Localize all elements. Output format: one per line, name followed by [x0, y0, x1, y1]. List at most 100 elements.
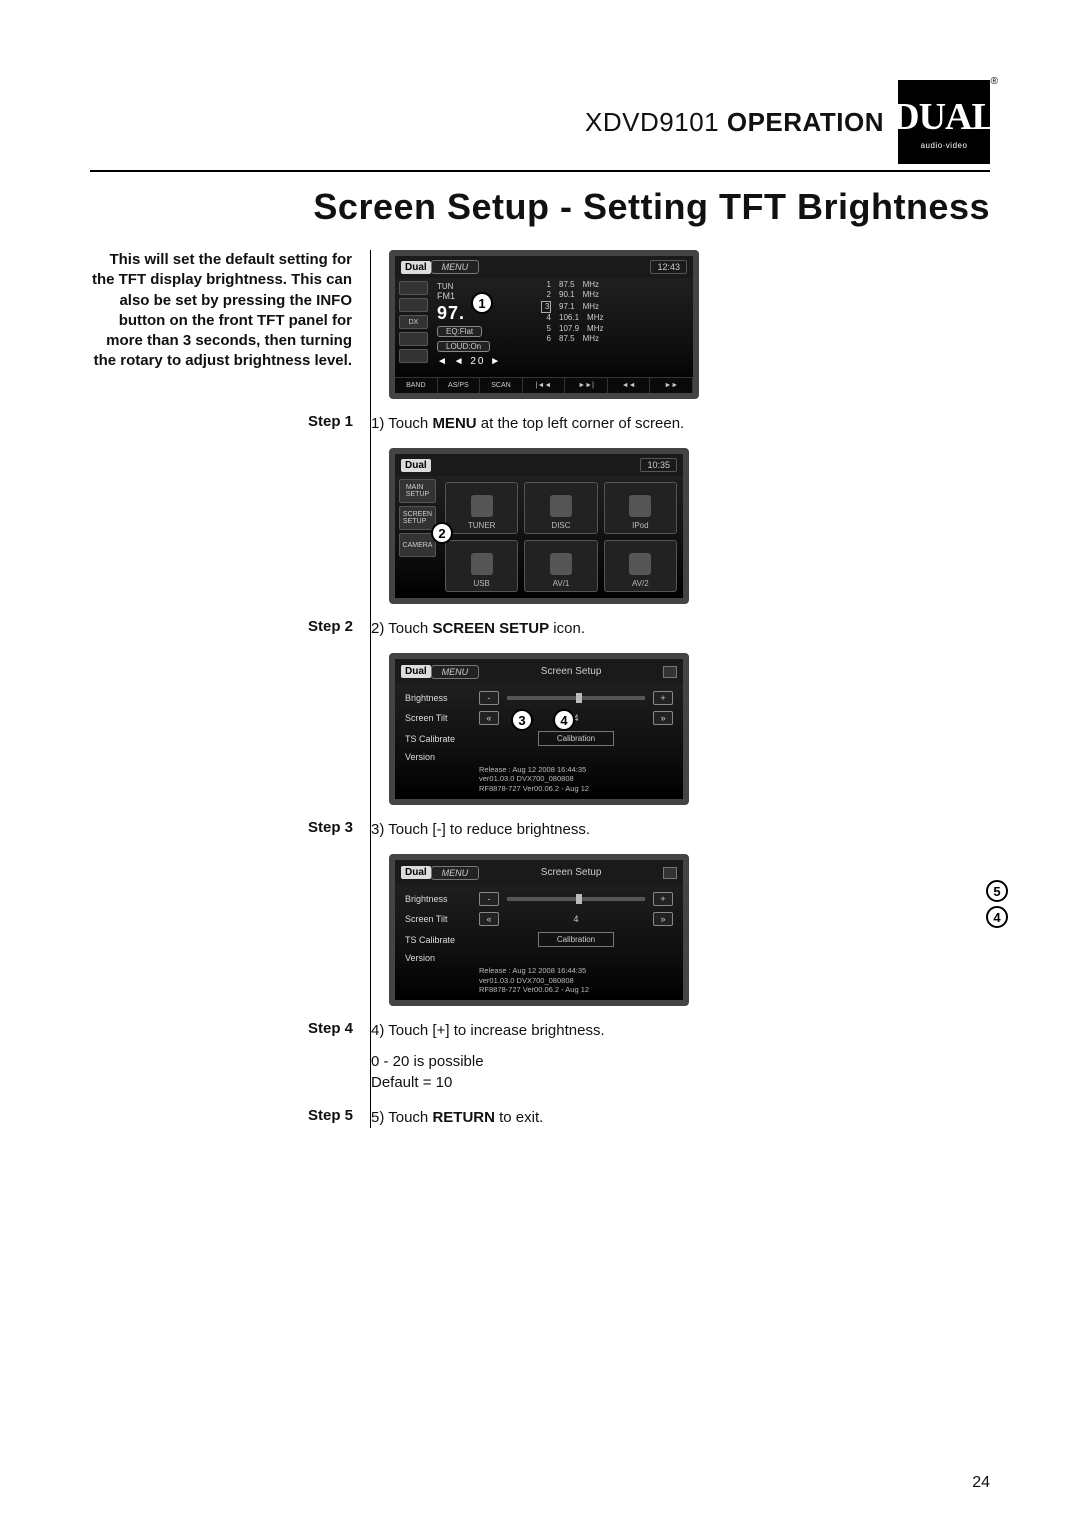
scan-button[interactable]: SCAN: [480, 378, 523, 393]
menu-button[interactable]: MENU: [431, 665, 480, 679]
left-sidebar: DX: [395, 278, 431, 377]
brightness-label: Brightness: [405, 894, 471, 904]
calibration-button[interactable]: Calibration: [538, 932, 614, 947]
setup-title: Screen Setup: [541, 663, 602, 680]
clock: 10:35: [640, 458, 677, 472]
version-line: RF8878-727 Ver00.06.2 - Aug 12: [405, 784, 673, 793]
step-3-text: 3) Touch [-] to reduce brightness.: [371, 819, 590, 840]
side-btn[interactable]: [399, 332, 428, 346]
logo-main: DUAL: [892, 95, 996, 139]
eq-pill[interactable]: EQ:Flat: [437, 326, 482, 337]
minus-button[interactable]: -: [479, 892, 499, 906]
camera-button[interactable]: CAMERA: [399, 533, 436, 557]
step-1-label: Step 1: [109, 413, 371, 430]
screen-logo: Dual: [401, 261, 431, 274]
step-3-label: Step 3: [109, 819, 371, 836]
step-2-text: 2) Touch SCREEN SETUP icon.: [371, 618, 585, 639]
product-model: XDVD9101: [585, 107, 719, 137]
tilt-left-button[interactable]: «: [479, 711, 499, 725]
header-word: OPERATION: [727, 107, 884, 137]
step-2-label: Step 2: [109, 618, 371, 635]
side-btn[interactable]: [399, 281, 428, 295]
page-number: 24: [972, 1474, 990, 1492]
brightness-label: Brightness: [405, 693, 471, 703]
content: This will set the default setting for th…: [90, 250, 990, 1128]
rewind-button[interactable]: ◄◄: [608, 378, 651, 393]
callout-1: 1: [471, 292, 493, 314]
version-line: ver01.03.0 DVX700_080808: [405, 976, 673, 985]
radio-screen: Dual MENU 12:43 DX TUN: [389, 250, 699, 399]
step-3: Step 3 3) Touch [-] to reduce brightness…: [389, 819, 990, 840]
return-icon[interactable]: [663, 666, 677, 678]
screen-logo: Dual: [401, 665, 431, 678]
usb-icon: [471, 553, 493, 575]
step-5-text: 5) Touch RETURN to exit.: [371, 1107, 543, 1128]
version-line: Release : Aug 12 2008 16:44:35: [405, 966, 673, 975]
step-4-label: Step 4: [109, 1020, 371, 1037]
source-grid: TUNER DISC IPod USB AV/1 AV/2: [439, 476, 683, 598]
screen-logo: Dual: [401, 459, 431, 472]
av2-tile[interactable]: AV/2: [604, 540, 677, 592]
figure-1: Dual MENU 12:43 DX TUN: [389, 250, 990, 399]
step-2: Step 2 2) Touch SCREEN SETUP icon.: [389, 618, 990, 639]
band-button[interactable]: BAND: [395, 378, 438, 393]
tilt-right-button[interactable]: »: [653, 912, 673, 926]
step-4: Step 4 4) Touch [+] to increase brightne…: [389, 1020, 990, 1093]
version-line: RF8878-727 Ver00.06.2 - Aug 12: [405, 985, 673, 994]
ipod-tile[interactable]: IPod: [604, 482, 677, 534]
dx-button[interactable]: DX: [399, 315, 428, 329]
return-icon[interactable]: [663, 867, 677, 879]
header-title: XDVD9101 OPERATION: [585, 107, 884, 138]
tilt-value: 4: [507, 914, 645, 924]
screen-setup-button[interactable]: SCREEN SETUP: [399, 506, 436, 530]
plus-button[interactable]: +: [653, 691, 673, 705]
tuner-tile[interactable]: TUNER: [445, 482, 518, 534]
menu-button[interactable]: MENU: [431, 260, 480, 274]
menu-button[interactable]: MENU: [431, 866, 480, 880]
forward-button[interactable]: ►►: [650, 378, 693, 393]
brand-logo: ® DUAL audio·video: [898, 80, 990, 164]
header-rule: [90, 170, 990, 172]
loud-pill[interactable]: LOUD:On: [437, 341, 490, 352]
setup-title: Screen Setup: [541, 864, 602, 881]
disc-tile[interactable]: DISC: [524, 482, 597, 534]
usb-tile[interactable]: USB: [445, 540, 518, 592]
seek-row[interactable]: ◄ ◄ 20 ►: [437, 354, 687, 371]
page-header: XDVD9101 OPERATION ® DUAL audio·video: [90, 80, 990, 164]
av1-tile[interactable]: AV/1: [524, 540, 597, 592]
fm-band: FM1: [437, 291, 455, 301]
callout-4: 4: [553, 709, 575, 731]
steps-column: Dual MENU 12:43 DX TUN: [370, 250, 990, 1128]
brightness-slider[interactable]: [507, 897, 645, 901]
plus-button[interactable]: +: [653, 892, 673, 906]
menu-screen: Dual 10:35 MAIN SETUP SCREEN SETUP CAMER…: [389, 448, 689, 604]
side-btn[interactable]: [399, 349, 428, 363]
callout-3: 3: [511, 709, 533, 731]
calibration-button[interactable]: Calibration: [538, 731, 614, 746]
tilt-label: Screen Tilt: [405, 914, 471, 924]
brightness-slider[interactable]: [507, 696, 645, 700]
asps-button[interactable]: AS/PS: [438, 378, 481, 393]
side-btn[interactable]: [399, 298, 428, 312]
figure-4: Dual MENU Screen Setup Brightness-+ Scre…: [389, 854, 990, 1006]
step-1-text: 1) Touch MENU at the top left corner of …: [371, 413, 684, 434]
main-setup-button[interactable]: MAIN SETUP: [399, 479, 436, 503]
step-1: Step 1 1) Touch MENU at the top left cor…: [389, 413, 990, 434]
minus-button[interactable]: -: [479, 691, 499, 705]
version-label: Version: [405, 752, 471, 762]
tilt-right-button[interactable]: »: [653, 711, 673, 725]
control-bar: BAND AS/PS SCAN |◄◄ ►►| ◄◄ ►►: [395, 377, 693, 393]
screen-setup-2: Dual MENU Screen Setup Brightness-+ Scre…: [389, 854, 689, 1006]
tilt-left-button[interactable]: «: [479, 912, 499, 926]
version-line: ver01.03.0 DVX700_080808: [405, 774, 673, 783]
tilt-label: Screen Tilt: [405, 713, 471, 723]
registered-mark: ®: [991, 76, 998, 87]
next-track-button[interactable]: ►►|: [565, 378, 608, 393]
prev-track-button[interactable]: |◄◄: [523, 378, 566, 393]
ts-label: TS Calibrate: [405, 935, 471, 945]
ts-label: TS Calibrate: [405, 734, 471, 744]
version-label: Version: [405, 953, 471, 963]
figure-2: Dual 10:35 MAIN SETUP SCREEN SETUP CAMER…: [389, 448, 990, 604]
intro-text: This will set the default setting for th…: [90, 250, 370, 1128]
step-5: Step 5 5) Touch RETURN to exit.: [389, 1107, 990, 1128]
